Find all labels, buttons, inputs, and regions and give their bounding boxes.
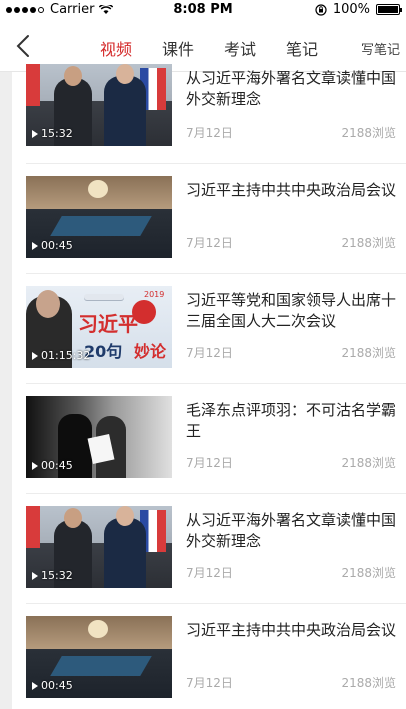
rotation-lock-icon [315, 3, 327, 16]
video-title[interactable]: 习近平主持中共中央政治局会议 [186, 180, 398, 201]
play-icon [32, 571, 38, 580]
duration-label: 01:15:32 [32, 349, 90, 362]
battery-percent: 100% [332, 2, 370, 17]
write-notes-button[interactable]: 写笔记 [361, 39, 400, 58]
tab-courseware[interactable]: 课件 [162, 36, 194, 60]
video-meta: 7月12日 2188浏览 [186, 674, 396, 691]
video-views: 2188浏览 [341, 126, 396, 140]
video-meta: 7月12日 2188浏览 [186, 564, 396, 581]
list-item[interactable]: 15:32 从习近平海外署名文章读懂中国外交新理念 7月12日 2188浏览 [26, 494, 406, 604]
tab-video[interactable]: 视频 [100, 36, 133, 69]
play-icon [32, 681, 38, 690]
video-title[interactable]: 毛泽东点评项羽：不可沽名学霸王 [186, 400, 398, 442]
list-item[interactable]: 习近平 2019 20句 妙论 01:15:32 习近平等党和国家领导人出席十三… [26, 274, 406, 384]
list-item[interactable]: 00:45 习近平主持中共中央政治局会议 7月12日 2188浏览 [26, 604, 406, 709]
duration-label: 15:32 [32, 569, 73, 582]
video-views: 2188浏览 [341, 236, 396, 250]
video-views: 2188浏览 [341, 346, 396, 360]
video-views: 2188浏览 [341, 456, 396, 470]
list-item[interactable]: 00:45 习近平主持中共中央政治局会议 7月12日 2188浏览 [26, 164, 406, 274]
video-date: 7月12日 [186, 566, 233, 580]
duration-label: 00:45 [32, 239, 73, 252]
video-date: 7月12日 [186, 126, 233, 140]
status-bar: Carrier 8:08 PM 100% [0, 0, 406, 20]
video-meta: 7月12日 2188浏览 [186, 454, 396, 471]
back-icon[interactable] [14, 34, 34, 58]
video-list: 15:32 从习近平海外署名文章读懂中国外交新理念 7月12日 2188浏览 0… [26, 64, 406, 709]
video-thumbnail[interactable]: 15:32 [26, 506, 172, 588]
video-date: 7月12日 [186, 346, 233, 360]
video-thumbnail[interactable]: 00:45 [26, 176, 172, 258]
list-item[interactable]: 15:32 从习近平海外署名文章读懂中国外交新理念 7月12日 2188浏览 [26, 64, 406, 164]
play-icon [32, 461, 38, 470]
video-date: 7月12日 [186, 456, 233, 470]
video-title[interactable]: 习近平主持中共中央政治局会议 [186, 620, 398, 641]
play-icon [32, 351, 38, 360]
video-title[interactable]: 从习近平海外署名文章读懂中国外交新理念 [186, 510, 398, 552]
duration-label: 15:32 [32, 127, 73, 140]
tab-bar: 视频 课件 考试 笔记 [100, 36, 348, 69]
status-right: 100% [315, 2, 402, 17]
video-thumbnail[interactable]: 习近平 2019 20句 妙论 01:15:32 [26, 286, 172, 368]
play-icon [32, 129, 38, 138]
video-views: 2188浏览 [341, 566, 396, 580]
tab-notes[interactable]: 笔记 [286, 36, 318, 60]
list-item[interactable]: 00:45 毛泽东点评项羽：不可沽名学霸王 7月12日 2188浏览 [26, 384, 406, 494]
video-thumbnail[interactable]: 15:32 [26, 64, 172, 146]
battery-icon [376, 4, 402, 15]
video-meta: 7月12日 2188浏览 [186, 344, 396, 361]
video-date: 7月12日 [186, 676, 233, 690]
video-thumbnail[interactable]: 00:45 [26, 396, 172, 478]
video-title[interactable]: 习近平等党和国家领导人出席十三届全国人大二次会议 [186, 290, 398, 332]
left-gutter [0, 72, 12, 709]
video-views: 2188浏览 [341, 676, 396, 690]
duration-label: 00:45 [32, 459, 73, 472]
tab-exam[interactable]: 考试 [224, 36, 256, 60]
video-meta: 7月12日 2188浏览 [186, 124, 396, 141]
video-title[interactable]: 从习近平海外署名文章读懂中国外交新理念 [186, 68, 398, 110]
video-thumbnail[interactable]: 00:45 [26, 616, 172, 698]
duration-label: 00:45 [32, 679, 73, 692]
play-icon [32, 241, 38, 250]
video-meta: 7月12日 2188浏览 [186, 234, 396, 251]
video-date: 7月12日 [186, 236, 233, 250]
